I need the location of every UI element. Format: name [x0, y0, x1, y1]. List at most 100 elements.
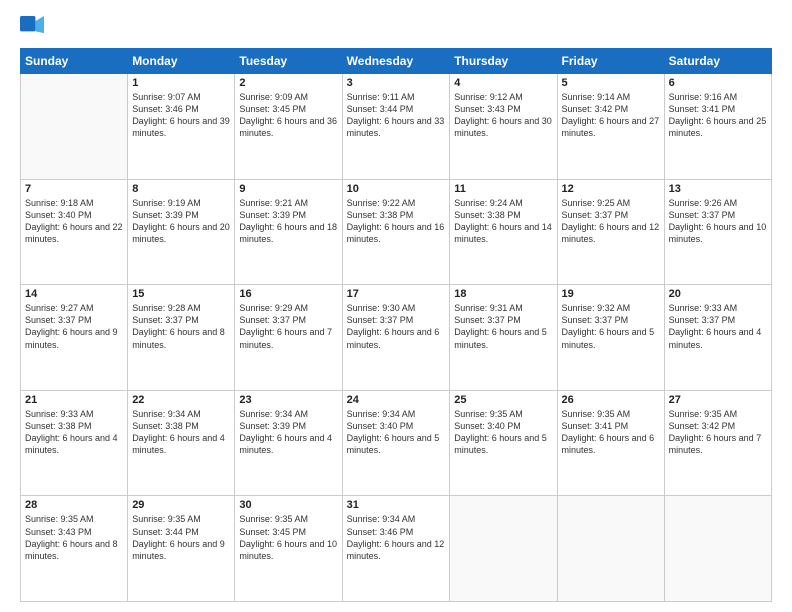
day-info: Sunrise: 9:24 AM Sunset: 3:38 PM Dayligh…: [454, 197, 552, 246]
day-info: Sunrise: 9:33 AM Sunset: 3:37 PM Dayligh…: [669, 302, 767, 351]
calendar-cell: 7 Sunrise: 9:18 AM Sunset: 3:40 PM Dayli…: [21, 179, 128, 285]
day-number: 26: [562, 394, 660, 406]
daylight-label: Daylight: 6 hours and 22 minutes.: [25, 222, 123, 244]
day-number: 4: [454, 77, 552, 89]
calendar-cell: 21 Sunrise: 9:33 AM Sunset: 3:38 PM Dayl…: [21, 390, 128, 496]
day-info: Sunrise: 9:35 AM Sunset: 3:45 PM Dayligh…: [239, 513, 337, 562]
day-number: 13: [669, 183, 767, 195]
weekday-header: Sunday: [21, 49, 128, 74]
calendar-week-row: 14 Sunrise: 9:27 AM Sunset: 3:37 PM Dayl…: [21, 285, 772, 391]
day-info: Sunrise: 9:18 AM Sunset: 3:40 PM Dayligh…: [25, 197, 123, 246]
daylight-label: Daylight: 6 hours and 30 minutes.: [454, 116, 552, 138]
sunrise-label: Sunrise: 9:14 AM: [562, 92, 631, 102]
sunrise-label: Sunrise: 9:19 AM: [132, 198, 201, 208]
sunrise-label: Sunrise: 9:11 AM: [347, 92, 415, 102]
daylight-label: Daylight: 6 hours and 39 minutes.: [132, 116, 230, 138]
sunrise-label: Sunrise: 9:29 AM: [239, 303, 308, 313]
calendar-cell: 4 Sunrise: 9:12 AM Sunset: 3:43 PM Dayli…: [450, 74, 557, 180]
sunset-label: Sunset: 3:40 PM: [454, 421, 521, 431]
day-info: Sunrise: 9:29 AM Sunset: 3:37 PM Dayligh…: [239, 302, 337, 351]
day-number: 21: [25, 394, 123, 406]
day-number: 6: [669, 77, 767, 89]
day-number: 30: [239, 499, 337, 511]
sunrise-label: Sunrise: 9:07 AM: [132, 92, 201, 102]
day-info: Sunrise: 9:30 AM Sunset: 3:37 PM Dayligh…: [347, 302, 446, 351]
sunset-label: Sunset: 3:45 PM: [239, 104, 306, 114]
day-number: 1: [132, 77, 230, 89]
day-info: Sunrise: 9:34 AM Sunset: 3:39 PM Dayligh…: [239, 408, 337, 457]
sunrise-label: Sunrise: 9:35 AM: [454, 409, 523, 419]
sunrise-label: Sunrise: 9:33 AM: [669, 303, 738, 313]
sunrise-label: Sunrise: 9:31 AM: [454, 303, 523, 313]
day-number: 8: [132, 183, 230, 195]
sunset-label: Sunset: 3:40 PM: [25, 210, 92, 220]
day-number: 10: [347, 183, 446, 195]
sunset-label: Sunset: 3:38 PM: [347, 210, 414, 220]
day-number: 29: [132, 499, 230, 511]
day-number: 7: [25, 183, 123, 195]
sunrise-label: Sunrise: 9:18 AM: [25, 198, 94, 208]
sunrise-label: Sunrise: 9:26 AM: [669, 198, 738, 208]
calendar-cell: 1 Sunrise: 9:07 AM Sunset: 3:46 PM Dayli…: [128, 74, 235, 180]
sunset-label: Sunset: 3:42 PM: [562, 104, 629, 114]
sunrise-label: Sunrise: 9:09 AM: [239, 92, 308, 102]
sunset-label: Sunset: 3:37 PM: [132, 315, 199, 325]
daylight-label: Daylight: 6 hours and 6 minutes.: [562, 433, 655, 455]
day-info: Sunrise: 9:32 AM Sunset: 3:37 PM Dayligh…: [562, 302, 660, 351]
calendar-cell: 9 Sunrise: 9:21 AM Sunset: 3:39 PM Dayli…: [235, 179, 342, 285]
sunrise-label: Sunrise: 9:35 AM: [132, 514, 201, 524]
sunset-label: Sunset: 3:37 PM: [669, 210, 736, 220]
daylight-label: Daylight: 6 hours and 7 minutes.: [669, 433, 762, 455]
sunset-label: Sunset: 3:37 PM: [562, 315, 629, 325]
calendar-cell: [21, 74, 128, 180]
sunset-label: Sunset: 3:38 PM: [454, 210, 521, 220]
day-number: 27: [669, 394, 767, 406]
day-info: Sunrise: 9:07 AM Sunset: 3:46 PM Dayligh…: [132, 91, 230, 140]
day-number: 18: [454, 288, 552, 300]
daylight-label: Daylight: 6 hours and 4 minutes.: [669, 327, 762, 349]
day-number: 17: [347, 288, 446, 300]
day-number: 19: [562, 288, 660, 300]
sunrise-label: Sunrise: 9:35 AM: [562, 409, 631, 419]
weekday-header: Monday: [128, 49, 235, 74]
daylight-label: Daylight: 6 hours and 5 minutes.: [454, 327, 547, 349]
day-info: Sunrise: 9:19 AM Sunset: 3:39 PM Dayligh…: [132, 197, 230, 246]
sunrise-label: Sunrise: 9:33 AM: [25, 409, 94, 419]
day-number: 20: [669, 288, 767, 300]
calendar-cell: 19 Sunrise: 9:32 AM Sunset: 3:37 PM Dayl…: [557, 285, 664, 391]
day-number: 31: [347, 499, 446, 511]
sunrise-label: Sunrise: 9:24 AM: [454, 198, 523, 208]
sunset-label: Sunset: 3:39 PM: [239, 210, 306, 220]
sunset-label: Sunset: 3:39 PM: [239, 421, 306, 431]
day-info: Sunrise: 9:34 AM Sunset: 3:46 PM Dayligh…: [347, 513, 446, 562]
sunset-label: Sunset: 3:44 PM: [347, 104, 414, 114]
weekday-header: Thursday: [450, 49, 557, 74]
day-number: 2: [239, 77, 337, 89]
calendar-cell: 28 Sunrise: 9:35 AM Sunset: 3:43 PM Dayl…: [21, 496, 128, 602]
day-number: 12: [562, 183, 660, 195]
sunset-label: Sunset: 3:37 PM: [562, 210, 629, 220]
sunset-label: Sunset: 3:44 PM: [132, 527, 199, 537]
day-info: Sunrise: 9:11 AM Sunset: 3:44 PM Dayligh…: [347, 91, 446, 140]
daylight-label: Daylight: 6 hours and 8 minutes.: [25, 539, 118, 561]
sunrise-label: Sunrise: 9:21 AM: [239, 198, 308, 208]
day-number: 11: [454, 183, 552, 195]
day-info: Sunrise: 9:26 AM Sunset: 3:37 PM Dayligh…: [669, 197, 767, 246]
daylight-label: Daylight: 6 hours and 27 minutes.: [562, 116, 660, 138]
day-info: Sunrise: 9:35 AM Sunset: 3:42 PM Dayligh…: [669, 408, 767, 457]
sunrise-label: Sunrise: 9:28 AM: [132, 303, 201, 313]
daylight-label: Daylight: 6 hours and 18 minutes.: [239, 222, 337, 244]
logo: [20, 16, 48, 40]
daylight-label: Daylight: 6 hours and 9 minutes.: [25, 327, 118, 349]
sunset-label: Sunset: 3:41 PM: [669, 104, 736, 114]
sunset-label: Sunset: 3:43 PM: [25, 527, 92, 537]
sunrise-label: Sunrise: 9:30 AM: [347, 303, 416, 313]
sunset-label: Sunset: 3:37 PM: [239, 315, 306, 325]
day-info: Sunrise: 9:12 AM Sunset: 3:43 PM Dayligh…: [454, 91, 552, 140]
daylight-label: Daylight: 6 hours and 10 minutes.: [239, 539, 337, 561]
weekday-header: Tuesday: [235, 49, 342, 74]
daylight-label: Daylight: 6 hours and 12 minutes.: [347, 539, 445, 561]
day-info: Sunrise: 9:28 AM Sunset: 3:37 PM Dayligh…: [132, 302, 230, 351]
daylight-label: Daylight: 6 hours and 25 minutes.: [669, 116, 767, 138]
day-number: 23: [239, 394, 337, 406]
